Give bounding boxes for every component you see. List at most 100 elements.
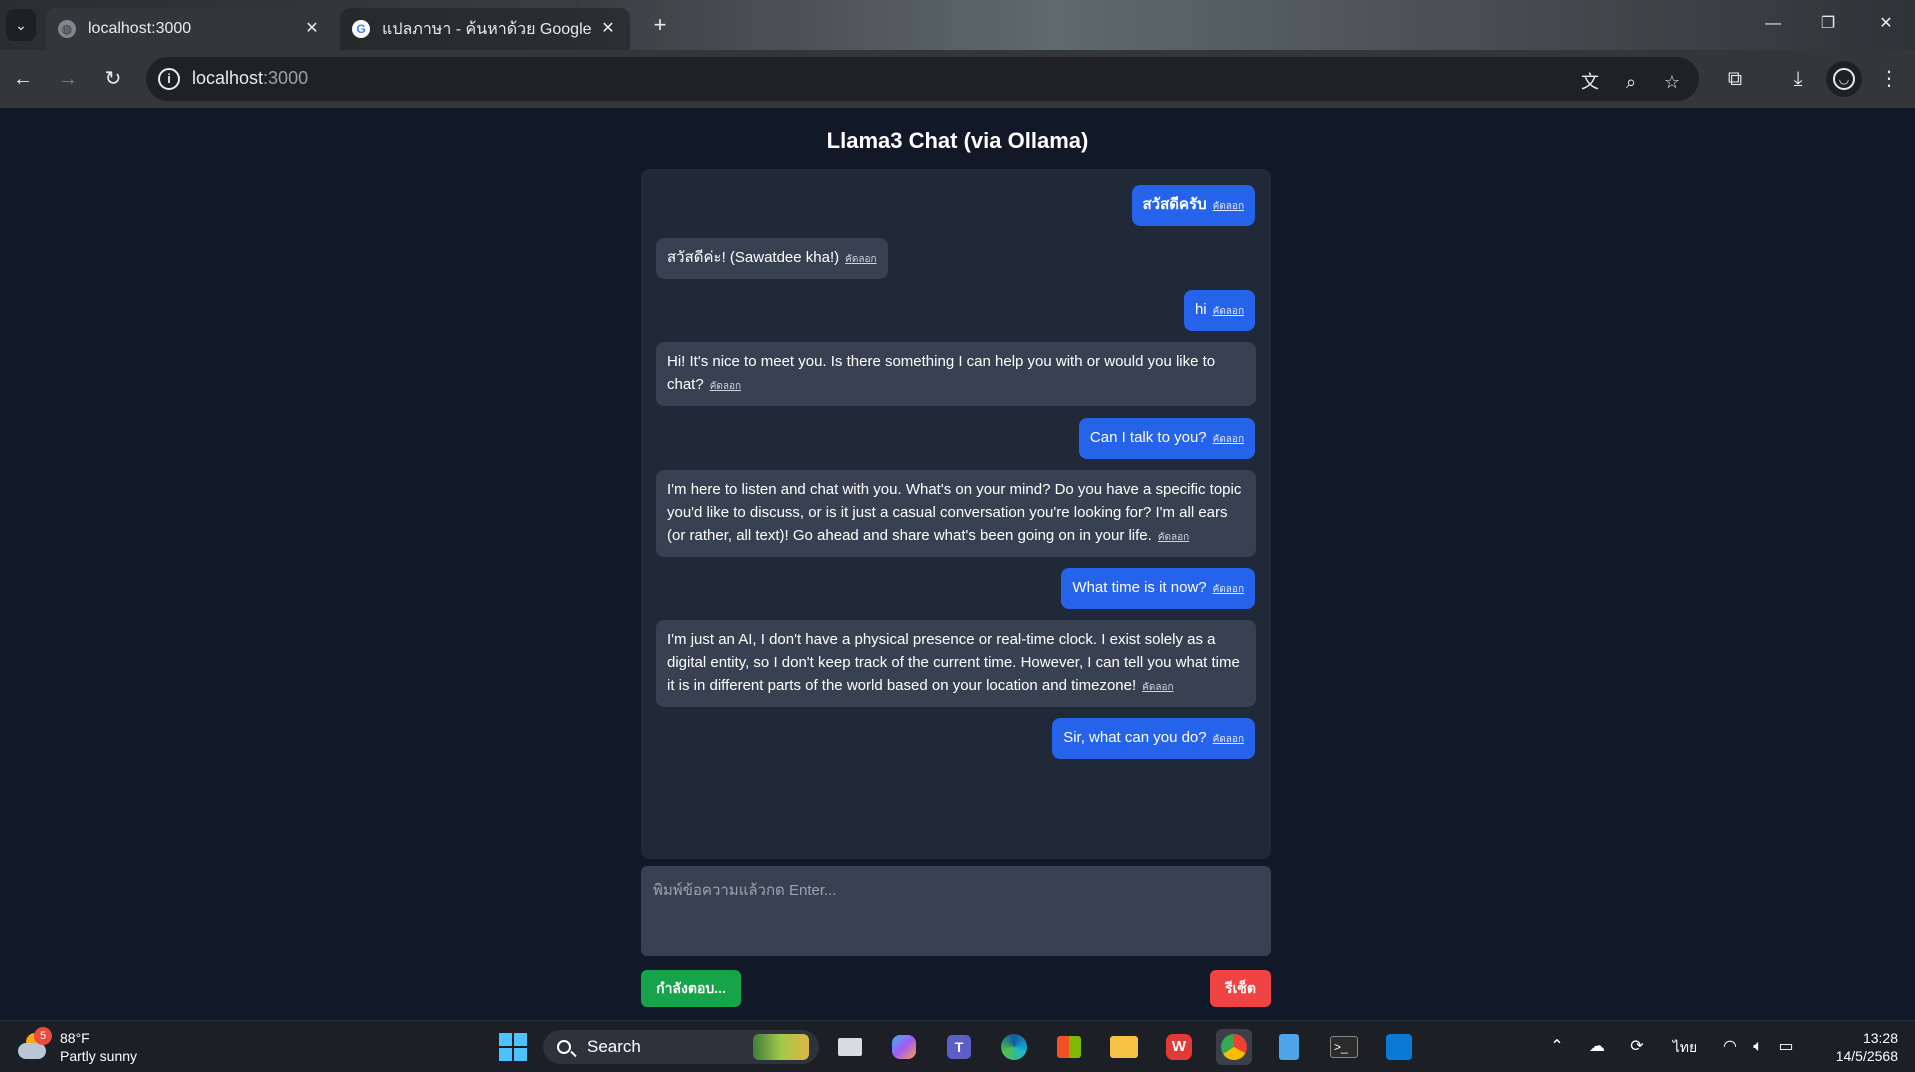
chrome-icon (1221, 1034, 1247, 1060)
message-text: สวัสดีค่ะ! (Sawatdee kha!) (667, 249, 840, 266)
search-icon (557, 1040, 571, 1054)
tab-search-button[interactable]: ⌄ (6, 9, 36, 41)
copy-link[interactable]: คัดลอก (1213, 201, 1244, 212)
user-message: Sir, what can you do? คัดลอก (1052, 718, 1255, 759)
copy-link[interactable]: คัดลอก (1213, 306, 1244, 317)
copy-link[interactable]: คัดลอก (1213, 734, 1244, 745)
task-view-icon (838, 1038, 862, 1056)
store-icon (1057, 1036, 1081, 1058)
copy-link[interactable]: คัดลอก (710, 381, 741, 392)
browser-toolbar: ← → ↻ i localhost:3000 文 ⌕ ☆ ⧉ ⤓ ◡ ⋮ (0, 50, 1915, 108)
weather-temp: 88°F (60, 1030, 90, 1046)
clock[interactable]: 13:28 14/5/2568 (1818, 1029, 1898, 1065)
user-message: Can I talk to you? คัดลอก (1078, 418, 1255, 459)
copy-link[interactable]: คัดลอก (1213, 584, 1244, 595)
zoom-icon[interactable]: ⌕ (1618, 69, 1644, 95)
globe-icon: ◍ (58, 20, 76, 38)
windows-logo-icon (499, 1033, 527, 1061)
message-text: สวัสดีครับ (1142, 196, 1207, 213)
url-port: :3000 (263, 68, 309, 88)
battery-icon[interactable]: ▭ (1774, 1035, 1798, 1059)
copy-link[interactable]: คัดลอก (1158, 532, 1189, 543)
partly-sunny-icon: 5 (18, 1027, 52, 1063)
message-text: hi (1194, 301, 1207, 318)
forward-icon[interactable]: → (51, 62, 85, 96)
message-input[interactable] (641, 866, 1271, 956)
copilot-icon (892, 1035, 916, 1059)
profile-button[interactable]: ◡ (1826, 61, 1862, 97)
bot-message: Hi! It's nice to meet you. Is there some… (656, 342, 1256, 406)
close-window-button[interactable]: ✕ (1866, 8, 1906, 40)
wps-button[interactable]: W (1161, 1029, 1197, 1065)
bookmark-star-icon[interactable]: ☆ (1659, 69, 1685, 95)
reset-button[interactable]: รีเซ็ต (1210, 970, 1271, 1007)
message-text: What time is it now? (1072, 579, 1207, 596)
new-tab-button[interactable]: + (646, 12, 674, 40)
taskbar-search[interactable]: Search (543, 1030, 819, 1064)
address-bar[interactable]: i localhost:3000 文 ⌕ ☆ (146, 57, 1699, 101)
url-text[interactable]: localhost:3000 (192, 68, 308, 89)
weather-desc: Partly sunny (60, 1048, 138, 1064)
site-info-icon[interactable]: i (158, 68, 180, 90)
copy-link[interactable]: คัดลอก (845, 254, 876, 265)
send-button[interactable]: กำลังตอบ... (641, 970, 741, 1007)
file-explorer-button[interactable] (1106, 1029, 1142, 1065)
copy-link[interactable]: คัดลอก (1142, 682, 1173, 693)
teams-button[interactable]: T (941, 1029, 977, 1065)
store-button[interactable] (1051, 1029, 1087, 1065)
bot-message: I'm here to listen and chat with you. Wh… (656, 470, 1256, 557)
bot-message: สวัสดีค่ะ! (Sawatdee kha!) คัดลอก (656, 238, 888, 279)
browser-tab-strip: ⌄ ◍ localhost:3000 ✕ G แปลภาษา - ค้นหาด้… (0, 0, 1915, 50)
chevron-up-icon[interactable]: ⌃ (1545, 1035, 1569, 1059)
clock-date: 14/5/2568 (1835, 1048, 1898, 1064)
edge-button[interactable] (996, 1029, 1032, 1065)
restore-button[interactable]: ❐ (1808, 8, 1848, 40)
sync-icon[interactable]: ⟳ (1625, 1035, 1649, 1059)
edge-icon (1001, 1034, 1027, 1060)
chrome-button[interactable] (1216, 1029, 1252, 1065)
close-tab-icon[interactable]: ✕ (302, 19, 322, 39)
clock-time: 13:28 (1862, 1030, 1898, 1046)
task-view-button[interactable] (832, 1029, 868, 1065)
message-text: Sir, what can you do? (1063, 729, 1207, 746)
terminal-icon: >_ (1330, 1036, 1358, 1058)
search-label: Search (587, 1037, 641, 1056)
reload-icon[interactable]: ↻ (96, 62, 130, 96)
terminal-button[interactable]: >_ (1326, 1029, 1362, 1065)
back-icon[interactable]: ← (6, 62, 40, 96)
google-icon: G (352, 20, 370, 38)
bot-message: I'm just an AI, I don't have a physical … (656, 620, 1256, 707)
tab-title: localhost:3000 (88, 20, 192, 37)
minimize-button[interactable]: — (1753, 8, 1793, 40)
weather-widget[interactable]: 5 88°F Partly sunny (18, 1027, 138, 1065)
wps-icon: W (1166, 1034, 1192, 1060)
volume-icon[interactable]: 🔈︎ (1746, 1035, 1770, 1059)
vscode-icon (1386, 1034, 1412, 1060)
page-content: Llama3 Chat (via Ollama) สวัสดีครับคัดลอ… (0, 108, 1915, 1020)
start-button[interactable] (495, 1029, 531, 1065)
notepad-button[interactable] (1271, 1029, 1307, 1065)
search-highlight-image (753, 1034, 809, 1060)
wifi-icon[interactable]: ◠ (1718, 1035, 1742, 1059)
close-tab-icon[interactable]: ✕ (598, 19, 618, 39)
teams-icon: T (947, 1035, 971, 1059)
tab-google-translate[interactable]: G แปลภาษา - ค้นหาด้วย Google ✕ (340, 8, 630, 50)
more-menu-icon[interactable]: ⋮ (1874, 64, 1904, 94)
copilot-button[interactable] (886, 1029, 922, 1065)
profile-icon: ◡ (1833, 68, 1855, 90)
chat-history[interactable]: สวัสดีครับ คัดลอก สวัสดีค่ะ! (Sawatdee kh… (641, 169, 1271, 859)
tab-localhost[interactable]: ◍ localhost:3000 ✕ (46, 8, 334, 50)
vscode-button[interactable] (1381, 1029, 1417, 1065)
download-icon[interactable]: ⤓ (1783, 64, 1813, 94)
folder-icon (1110, 1036, 1138, 1058)
copy-link[interactable]: คัดลอก (1213, 434, 1244, 445)
message-text: Hi! It's nice to meet you. Is there some… (667, 353, 1216, 393)
extensions-icon[interactable]: ⧉ (1720, 64, 1750, 94)
notification-badge: 5 (34, 1027, 52, 1045)
onedrive-icon[interactable]: ☁ (1585, 1035, 1609, 1059)
language-indicator[interactable]: ไทย (1668, 1035, 1702, 1059)
url-host: localhost (192, 68, 264, 88)
translate-icon[interactable]: 文 (1577, 69, 1603, 95)
user-message: สวัสดีครับ คัดลอก (1131, 185, 1255, 226)
page-title: Llama3 Chat (via Ollama) (826, 128, 1089, 153)
